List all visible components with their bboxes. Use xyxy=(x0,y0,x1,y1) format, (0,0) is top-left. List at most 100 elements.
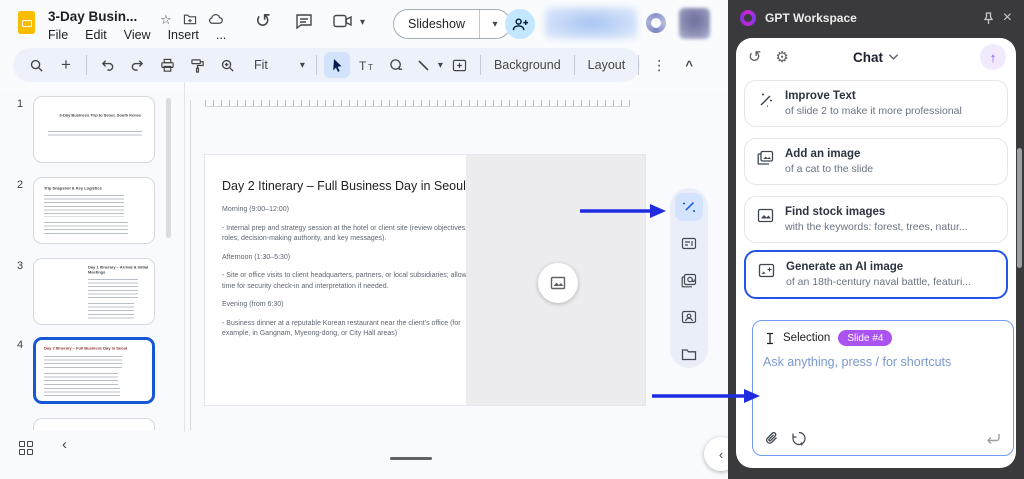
attach-icon[interactable] xyxy=(765,431,779,446)
extension-spiral-icon[interactable] xyxy=(646,13,666,33)
collapse-toolbar-icon[interactable]: ^ xyxy=(676,52,702,78)
image-plus-icon xyxy=(758,263,775,278)
filmstrip-scrollbar[interactable] xyxy=(166,98,171,238)
slides-logo[interactable] xyxy=(18,11,35,34)
folder-icon[interactable] xyxy=(675,340,703,368)
collapse-filmstrip-icon[interactable]: ‹ xyxy=(62,436,67,453)
more-options-icon[interactable]: ⋮ xyxy=(646,52,672,78)
slide-number: 4 xyxy=(12,339,28,351)
gpt-workspace-logo-icon xyxy=(740,10,756,26)
slideshow-split-button: Slideshow ▾ xyxy=(393,9,511,39)
move-folder-icon[interactable] xyxy=(183,13,197,25)
suggestion-generate-ai-image[interactable]: Generate an AI image of an 18th-century … xyxy=(744,250,1008,299)
slides-logo-inner xyxy=(22,20,32,27)
menu-bar: File Edit View Insert ... xyxy=(48,28,226,42)
thumb-2-textlines xyxy=(44,195,124,217)
grid-view-icon[interactable] xyxy=(19,441,33,455)
filmstrip-divider xyxy=(184,82,185,432)
thumb-2-textlines xyxy=(44,222,128,236)
chat-mode-dropdown[interactable]: Chat xyxy=(736,38,1016,76)
slideshow-button[interactable]: Slideshow xyxy=(394,10,479,38)
summary-card-icon[interactable] xyxy=(675,230,703,258)
meet-camera-icon[interactable] xyxy=(333,14,353,28)
pin-icon[interactable] xyxy=(983,12,994,25)
chevron-left-icon: ‹ xyxy=(719,447,723,462)
selection-label: Selection xyxy=(783,332,830,344)
share-button[interactable] xyxy=(505,9,535,39)
suggestion-find-stock-images[interactable]: Find stock images with the keywords: for… xyxy=(744,196,1008,243)
up-arrow-icon: ↑ xyxy=(990,50,997,65)
print-icon[interactable] xyxy=(154,52,180,78)
menu-view[interactable]: View xyxy=(124,28,151,42)
magic-write-icon[interactable] xyxy=(675,193,703,221)
slide-page[interactable]: Day 2 Itinerary – Full Business Day in S… xyxy=(205,155,645,405)
camera-chevron-icon[interactable]: ▾ xyxy=(360,17,365,28)
suggestion-add-image[interactable]: Add an image of a cat to the slide xyxy=(744,138,1008,185)
slide-thumbnail-3[interactable]: Day 1 Itinerary – Arrival & Initial Meet… xyxy=(33,258,155,325)
slide-thumbnail-2[interactable]: Trip Snapshot & Key Logistics xyxy=(33,177,155,244)
suggestion-subtitle: of an 18th-century naval battle, featuri… xyxy=(786,275,971,289)
toolbar-separator xyxy=(638,55,639,75)
user-avatar[interactable] xyxy=(679,8,710,39)
suggestion-title: Find stock images xyxy=(785,205,968,220)
shape-tool[interactable] xyxy=(384,52,410,78)
slide-thumbnail-1[interactable]: 3-Day Business Trip to Seoul, South Kore… xyxy=(33,96,155,163)
selection-row: Selection Slide #4 xyxy=(765,330,892,346)
thumb-4-textlines xyxy=(44,356,122,370)
version-history-icon[interactable]: ↺ xyxy=(255,10,271,33)
slide-number: 3 xyxy=(12,260,28,272)
scroll-top-button[interactable]: ↑ xyxy=(980,44,1006,70)
comments-icon[interactable] xyxy=(295,13,313,30)
new-slide-button[interactable]: + xyxy=(53,52,79,78)
zoom-icon[interactable] xyxy=(214,52,240,78)
slide-selection-badge[interactable]: Slide #4 xyxy=(838,330,892,346)
canvas-horizontal-scrollbar[interactable] xyxy=(390,457,432,460)
menu-insert[interactable]: Insert xyxy=(168,28,199,42)
chat-sheet: ↺ ⚙ Chat ↑ Improve Text of slide 2 to ma… xyxy=(736,38,1016,468)
add-context-icon[interactable] xyxy=(791,431,807,446)
select-cursor-tool[interactable] xyxy=(324,52,350,78)
svg-text:T: T xyxy=(368,63,373,72)
main-toolbar: + Fit ▾ TT ▾ xyxy=(13,48,640,82)
slide-body[interactable]: Morning (9:00–12:00) - Internal prep and… xyxy=(222,205,472,348)
slide-thumbnail-5-partial[interactable] xyxy=(33,418,155,430)
suggestion-improve-text[interactable]: Improve Text of slide 2 to make it more … xyxy=(744,80,1008,127)
insert-placeholder-tool[interactable] xyxy=(447,52,473,78)
slide-number: 1 xyxy=(12,98,28,110)
line-tool-chevron-icon[interactable]: ▾ xyxy=(438,60,443,71)
enter-icon[interactable] xyxy=(985,433,1001,445)
vertical-ruler xyxy=(190,100,191,430)
textbox-tool[interactable]: TT xyxy=(354,52,380,78)
star-icon[interactable]: ☆ xyxy=(160,12,172,28)
thumb-3-title: Day 1 Itinerary – Arrival & Initial Meet… xyxy=(88,265,155,275)
share-button-blurred[interactable] xyxy=(545,7,637,39)
menu-overflow[interactable]: ... xyxy=(216,28,226,42)
document-title[interactable]: 3-Day Busin... xyxy=(48,9,137,24)
undo-icon[interactable] xyxy=(94,52,120,78)
chat-label: Chat xyxy=(853,50,883,65)
thumb-4-textlines xyxy=(44,388,120,398)
line-tool[interactable] xyxy=(414,52,434,78)
gpt-side-toolbar xyxy=(670,188,708,368)
search-icon[interactable] xyxy=(23,52,49,78)
insert-image-button[interactable] xyxy=(538,263,578,303)
prompt-input[interactable] xyxy=(763,355,1001,417)
panel-scrollbar[interactable] xyxy=(1017,148,1022,268)
image-search-icon[interactable] xyxy=(675,303,703,331)
slide-thumbnail-4-selected[interactable]: Day 2 Itinerary – Full Business Day in S… xyxy=(33,337,155,404)
mention-images-icon[interactable] xyxy=(675,267,703,295)
background-button[interactable]: Background xyxy=(488,58,567,72)
close-panel-icon[interactable]: × xyxy=(1003,9,1012,27)
text-cursor-icon xyxy=(765,332,775,345)
slide-paragraph: Evening (from 6:30) xyxy=(222,300,472,311)
layout-button[interactable]: Layout xyxy=(582,58,632,72)
menu-edit[interactable]: Edit xyxy=(85,28,107,42)
cloud-status-icon[interactable] xyxy=(208,13,223,25)
prompt-input-box: Selection Slide #4 xyxy=(752,320,1014,456)
paint-format-icon[interactable] xyxy=(184,52,210,78)
redo-icon[interactable] xyxy=(124,52,150,78)
menu-file[interactable]: File xyxy=(48,28,68,42)
suggestion-title: Generate an AI image xyxy=(786,260,971,275)
zoom-fit-select[interactable]: Fit ▾ xyxy=(244,58,309,72)
slide-title[interactable]: Day 2 Itinerary – Full Business Day in S… xyxy=(222,179,466,193)
